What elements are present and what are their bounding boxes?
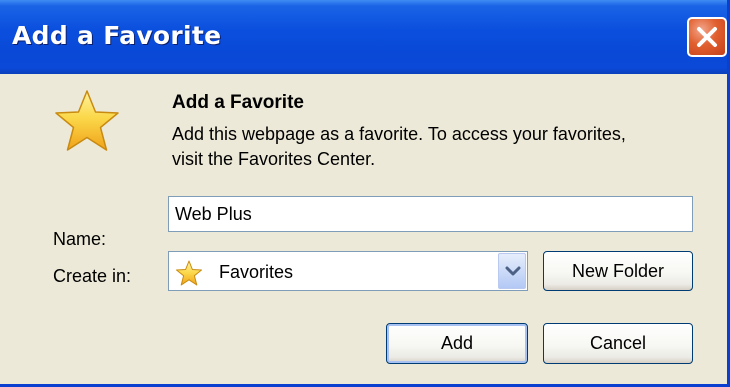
new-folder-button[interactable]: New Folder	[543, 251, 693, 291]
name-label: Name:	[53, 229, 107, 249]
window-title: Add a Favorite	[12, 21, 222, 50]
name-input[interactable]	[168, 196, 693, 232]
chevron-down-icon	[505, 266, 521, 276]
close-button[interactable]	[687, 17, 727, 57]
dialog-description: Add this webpage as a favorite. To acces…	[172, 124, 626, 169]
add-button[interactable]: Add	[386, 323, 528, 364]
create-in-value: Favorites	[219, 262, 294, 282]
create-in-label: Create in:	[53, 266, 132, 286]
title-bar[interactable]: Add a Favorite	[0, 0, 727, 74]
add-favorite-dialog: Add a Favorite Add a Favorite Add this w…	[0, 0, 730, 387]
close-icon	[697, 27, 717, 47]
star-icon	[55, 90, 119, 151]
dropdown-arrow-button[interactable]	[498, 253, 526, 289]
star-icon	[176, 260, 202, 286]
dialog-heading: Add a Favorite	[172, 92, 304, 113]
cancel-button[interactable]: Cancel	[543, 323, 693, 364]
create-in-dropdown[interactable]: Favorites	[168, 251, 528, 291]
